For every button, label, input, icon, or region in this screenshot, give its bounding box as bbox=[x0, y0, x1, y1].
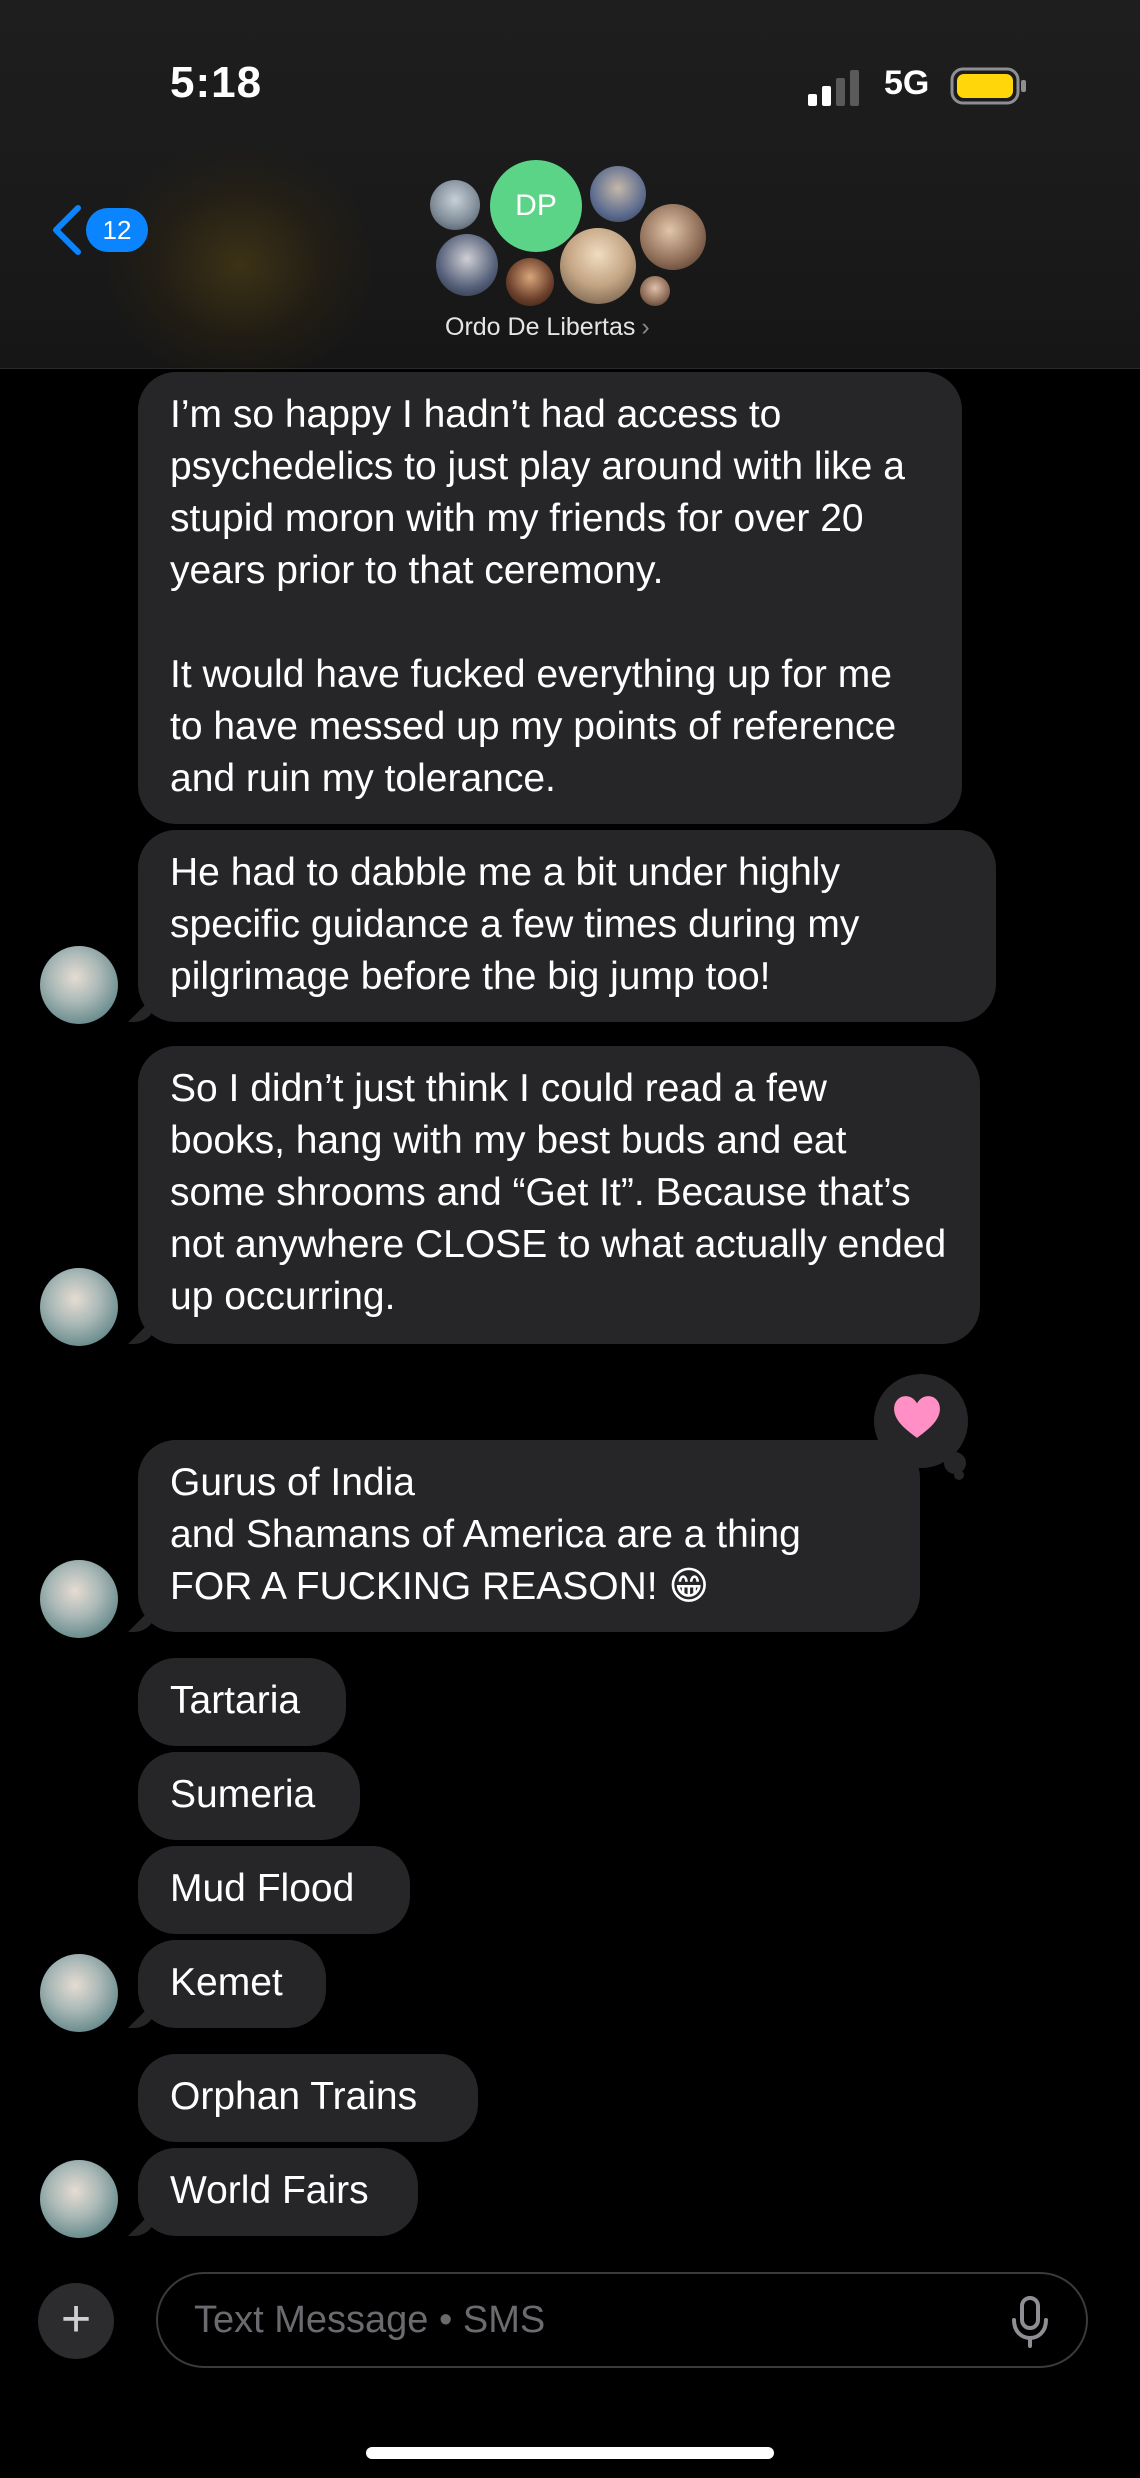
member-avatar bbox=[640, 276, 670, 306]
group-name[interactable]: Ordo De Libertas › bbox=[445, 313, 650, 342]
heart-icon bbox=[894, 1396, 940, 1438]
message-bubble[interactable]: So I didn’t just think I could read a fe… bbox=[138, 1046, 980, 1344]
chevron-right-icon: › bbox=[641, 313, 650, 341]
reaction-tail bbox=[954, 1470, 964, 1480]
status-time: 5:18 bbox=[170, 58, 263, 107]
sender-avatar[interactable] bbox=[40, 2160, 118, 2238]
member-avatar bbox=[590, 166, 646, 222]
group-avatar-dp[interactable]: DP bbox=[490, 160, 582, 252]
message-bubble[interactable]: Mud Flood bbox=[138, 1846, 410, 1934]
member-avatar bbox=[436, 234, 498, 296]
apps-plus-button[interactable]: + bbox=[38, 2283, 114, 2359]
message-bubble[interactable]: Orphan Trains bbox=[138, 2054, 478, 2142]
microphone-icon[interactable] bbox=[1010, 2296, 1050, 2348]
member-avatar bbox=[640, 204, 706, 270]
member-avatar bbox=[506, 258, 554, 306]
battery-icon bbox=[950, 67, 1026, 105]
cellular-signal-icon bbox=[808, 70, 859, 106]
message-bubble[interactable]: Kemet bbox=[138, 1940, 326, 2028]
message-bubble[interactable]: He had to dabble me a bit under highly s… bbox=[138, 830, 996, 1022]
message-input[interactable]: Text Message • SMS bbox=[156, 2272, 1088, 2368]
message-bubble[interactable]: Sumeria bbox=[138, 1752, 360, 1840]
network-type: 5G bbox=[884, 64, 930, 102]
group-name-label: Ordo De Libertas bbox=[445, 313, 636, 341]
message-bubble[interactable]: I’m so happy I hadn’t had access to psyc… bbox=[138, 372, 962, 824]
message-bubble[interactable]: World Fairs bbox=[138, 2148, 418, 2236]
sender-avatar[interactable] bbox=[40, 1560, 118, 1638]
sender-avatar[interactable] bbox=[40, 946, 118, 1024]
home-indicator[interactable] bbox=[366, 2447, 774, 2459]
message-bubble[interactable]: Gurus of India and Shamans of America ar… bbox=[138, 1440, 920, 1632]
unread-count-badge[interactable]: 12 bbox=[86, 208, 148, 252]
message-bubble[interactable]: Tartaria bbox=[138, 1658, 346, 1746]
sender-avatar[interactable] bbox=[40, 1268, 118, 1346]
member-avatar bbox=[560, 228, 636, 304]
member-avatar bbox=[430, 180, 480, 230]
header-glow bbox=[110, 150, 370, 380]
sender-avatar[interactable] bbox=[40, 1954, 118, 2032]
